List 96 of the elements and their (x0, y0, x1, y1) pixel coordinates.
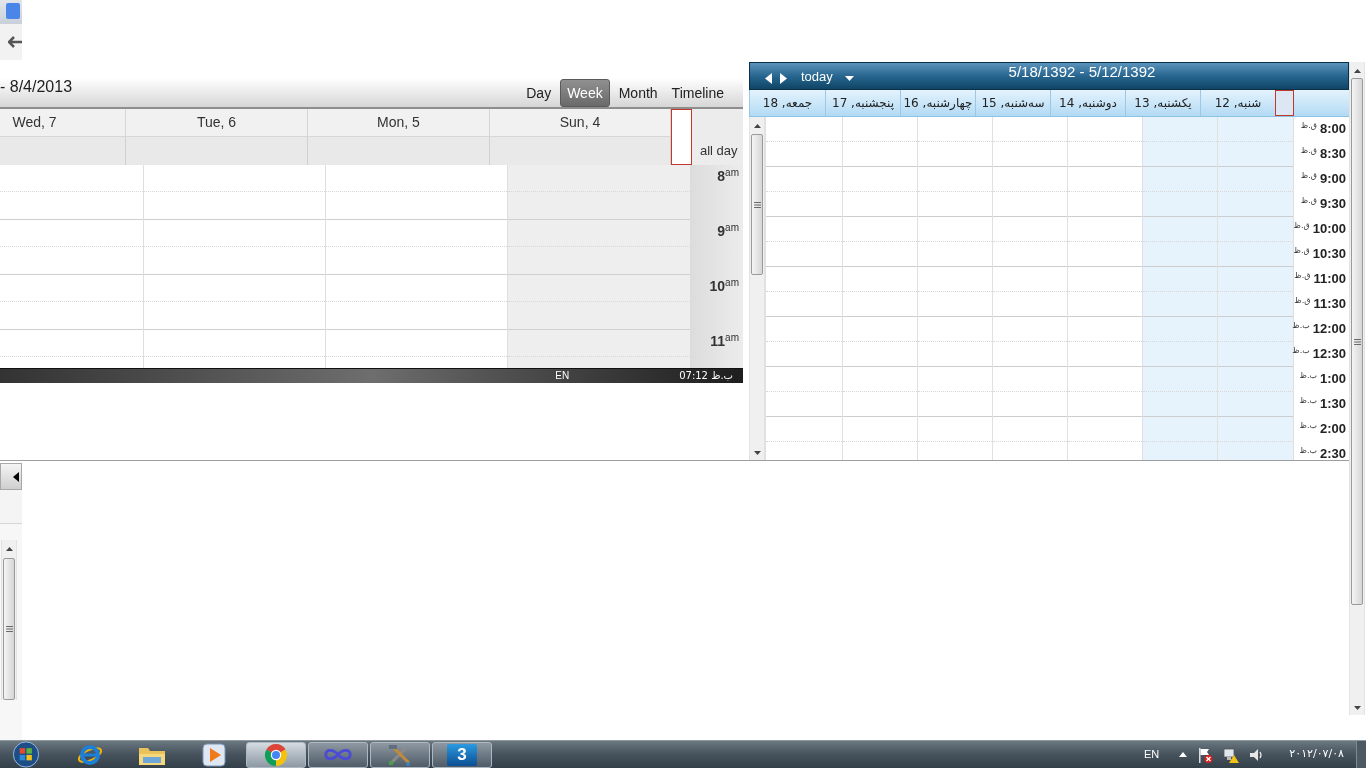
period-label: ق.ظ (1300, 121, 1317, 131)
time-label: 11:30 (1313, 296, 1346, 311)
scroll-up-arrow-icon[interactable] (1353, 69, 1361, 73)
hour-label: 10$^{am}$ (709, 278, 739, 294)
time-label: 9:30 (1319, 196, 1346, 211)
show-desktop-button[interactable] (1356, 741, 1366, 768)
all-day-cell[interactable] (490, 137, 671, 165)
day-header: دوشنبه, 14 (1050, 90, 1125, 116)
browser-logo-icon (77, 742, 103, 767)
clock-date[interactable]: ۲۰۱۲/۰۷/۰۸ (1289, 745, 1344, 764)
scroll-down-arrow-icon[interactable] (753, 451, 761, 455)
hour-label: 8$^{am}$ (717, 168, 739, 184)
triangle-left-icon (765, 73, 772, 84)
period-label: ق.ظ (1300, 196, 1317, 206)
triangle-right-icon (780, 73, 787, 84)
period-label: ب.ظ (1299, 396, 1317, 406)
all-day-cell[interactable] (126, 137, 308, 165)
time-label: 10:00 (1312, 221, 1346, 236)
grip-icon (5, 626, 13, 632)
scrollbar-thumb[interactable] (751, 134, 763, 275)
calendar-title: 5/18/1392 - 5/12/1392 (1008, 63, 1156, 82)
view-tab[interactable]: Day (521, 79, 557, 107)
all-day-cell[interactable] (308, 137, 490, 165)
view-tab[interactable]: Timeline (666, 79, 729, 107)
time-label: 12:00 (1312, 321, 1346, 336)
favicon-icon (6, 3, 20, 19)
collapse-button[interactable] (0, 463, 22, 490)
scrollbar-track[interactable] (1, 540, 17, 700)
period-label: ب.ظ (1299, 371, 1317, 381)
app-logo: 3 (447, 743, 477, 766)
scrollbar-thumb[interactable] (3, 558, 15, 700)
caret-up-icon[interactable] (1179, 752, 1188, 757)
caret-down-icon (844, 76, 854, 81)
day-header: چهارشنبه, 16 (900, 90, 975, 116)
round-logo-icon (264, 742, 288, 767)
day-header: Wed, 7 (0, 109, 126, 136)
time-label: 8:00 (1319, 121, 1346, 136)
day-header: Tue, 6 (126, 109, 308, 136)
hour-label: 11$^{am}$ (710, 333, 739, 349)
time-label: 9:00 (1319, 171, 1346, 186)
day-header: Mon, 5 (308, 109, 490, 136)
time-label: 10:30 (1312, 246, 1346, 261)
play-icon (202, 742, 226, 767)
focus-outline (671, 109, 692, 165)
day-header: سه‌شنبه, 15 (975, 90, 1050, 116)
time-label: 12:30 (1312, 346, 1346, 361)
date-range-title: - 8/4/2013 (0, 78, 73, 96)
scrollbar-thumb[interactable] (1351, 78, 1363, 605)
hour-label: 9$^{am}$ (717, 223, 739, 239)
period-label: ب.ظ (1292, 346, 1310, 356)
next-button[interactable] (780, 73, 787, 84)
browser-tab[interactable] (0, 0, 22, 24)
view-tab[interactable]: Month (613, 79, 663, 107)
tools-icon (387, 742, 413, 767)
today-button[interactable]: today (801, 70, 833, 84)
period-label: ب.ظ (1292, 321, 1310, 331)
view-tab[interactable]: Week (560, 79, 610, 107)
period-label: ب.ظ (1299, 421, 1317, 431)
period-label: ق.ظ (1294, 271, 1311, 281)
infinity-icon (323, 746, 353, 763)
scrollbar-track[interactable] (1349, 62, 1365, 715)
language-indicator[interactable]: EN (1144, 746, 1160, 763)
view-dropdown-button[interactable] (844, 76, 854, 84)
time-label: 1:00 (1319, 371, 1346, 386)
flag-icon[interactable] (1197, 746, 1214, 763)
focus-outline (1275, 90, 1294, 116)
scrollbar-track[interactable] (749, 117, 765, 460)
clock-time: 07:12 ب.ظ (679, 370, 733, 382)
period-label: ق.ظ (1293, 221, 1310, 231)
day-header: جمعه, 18 (749, 90, 825, 116)
day-header: پنجشنبه, 17 (825, 90, 900, 116)
time-label: 2:00 (1319, 421, 1346, 436)
time-label: 1:30 (1319, 396, 1346, 411)
period-label: ق.ظ (1300, 146, 1317, 156)
grip-icon (1353, 338, 1361, 345)
period-label: ق.ظ (1300, 171, 1317, 181)
period-label: ق.ظ (1294, 296, 1311, 306)
time-label: 2:30 (1319, 446, 1346, 460)
scroll-up-arrow-icon[interactable] (5, 547, 13, 551)
time-label: 8:30 (1319, 146, 1346, 161)
windows-logo-icon (12, 741, 40, 768)
period-label: ق.ظ (1293, 246, 1310, 256)
language-label: EN (555, 370, 570, 382)
scroll-up-arrow-icon[interactable] (753, 124, 761, 128)
day-header: یکشنبه, 13 (1125, 90, 1200, 116)
taskbar-button[interactable]: 3 (432, 741, 492, 768)
back-arrow-icon[interactable] (8, 36, 22, 48)
period-label: ب.ظ (1299, 446, 1317, 456)
day-header: Sun, 4 (490, 109, 671, 136)
network-icon[interactable] (1223, 746, 1240, 763)
previous-button[interactable] (765, 73, 772, 84)
scroll-down-arrow-icon[interactable] (1353, 706, 1361, 710)
all-day-label: all day (699, 142, 739, 161)
triangle-left-icon (13, 471, 19, 482)
grip-icon (753, 201, 761, 208)
time-label: 11:00 (1313, 271, 1346, 286)
